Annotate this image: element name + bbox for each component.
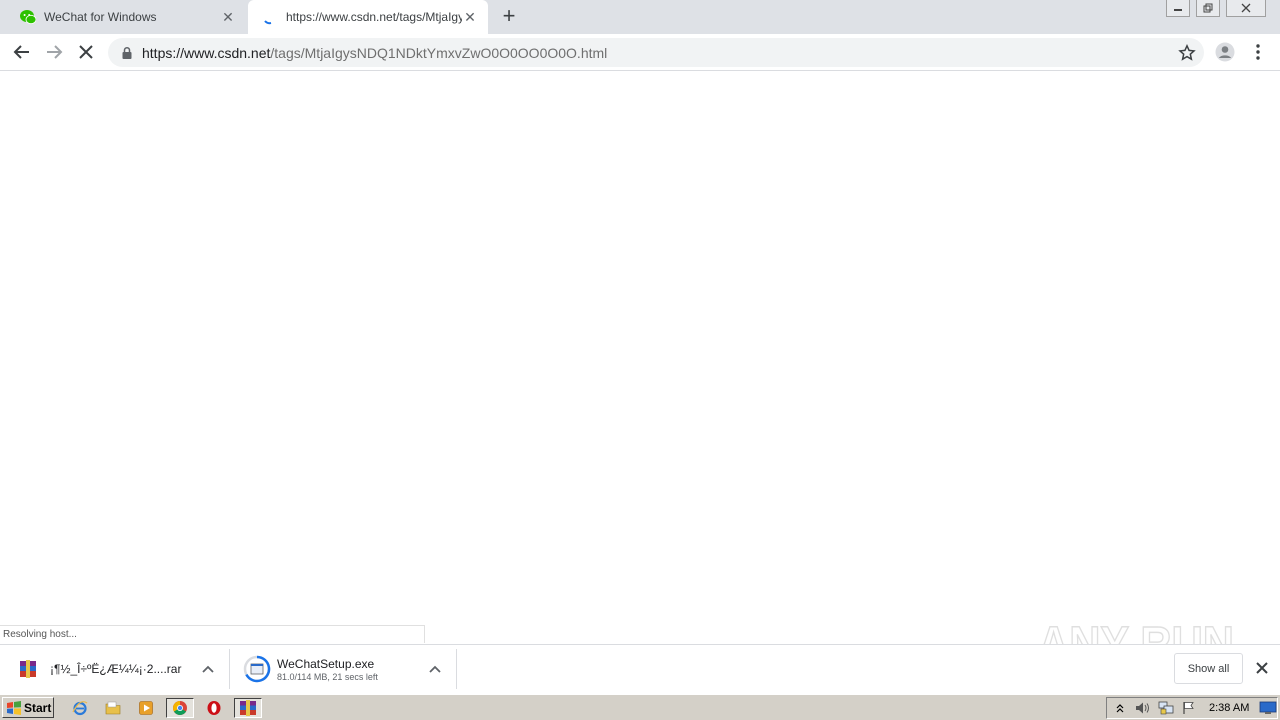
chrome-icon: [173, 701, 187, 715]
start-label: Start: [24, 700, 52, 715]
close-shelf-icon[interactable]: [1253, 659, 1271, 677]
taskbar-media-player[interactable]: [132, 698, 160, 718]
stop-icon: [79, 45, 93, 59]
network-tray-icon[interactable]: [1156, 700, 1176, 716]
tab-strip: WeChat for Windows ✕ https://www.csdn.ne…: [0, 0, 1280, 34]
window-controls: [1166, 0, 1266, 17]
opera-icon: [207, 701, 221, 715]
tab-title: https://www.csdn.net/tags/MtjaIgysNDQ1ND…: [286, 10, 462, 24]
bookmark-star-icon[interactable]: [1178, 44, 1196, 62]
avatar-icon: [1215, 42, 1235, 62]
tab-close-icon[interactable]: ✕: [220, 9, 236, 25]
address-bar[interactable]: https://www.csdn.net/tags/MtjaIgysNDQ1ND…: [108, 38, 1204, 67]
page-content: [0, 72, 1280, 644]
download-filename: WeChatSetup.exe: [277, 656, 375, 671]
action-center-tray-icon[interactable]: [1179, 700, 1199, 716]
taskbar-winrar[interactable]: [234, 698, 262, 718]
download-shelf: ¡¶½_Î÷ºË¿Æ¼¼¡·2....rar WeChatSetup.exe 8…: [0, 644, 1280, 692]
url-domain: https://www.csdn.net: [142, 44, 271, 61]
stop-loading-button[interactable]: [76, 42, 96, 62]
folder-icon: [105, 701, 121, 715]
download-progress-text: 81.0/114 MB, 21 secs left: [277, 671, 378, 682]
winrar-icon: [240, 700, 256, 716]
chevron-up-icon[interactable]: [201, 662, 215, 676]
tab-close-icon[interactable]: ✕: [462, 9, 478, 25]
taskbar-clock[interactable]: 2:38 AM: [1209, 702, 1249, 714]
url-path: /tags/MtjaIgysNDQ1NDktYmxvZwO0O0OO0O0O.h…: [270, 44, 608, 61]
windows-flag-icon: [7, 700, 21, 715]
arrow-right-icon: [47, 45, 63, 59]
arrow-left-icon: [13, 45, 29, 59]
volume-tray-icon[interactable]: [1133, 700, 1153, 716]
system-tray: [1106, 697, 1278, 719]
download-item[interactable]: WeChatSetup.exe 81.0/114 MB, 21 secs lef…: [231, 649, 457, 689]
restore-icon: [1203, 3, 1213, 13]
tab-wechat-for-windows[interactable]: WeChat for Windows ✕: [0, 0, 246, 34]
wechat-icon: [20, 10, 36, 25]
taskbar: Start 2:38 AM: [0, 694, 1280, 720]
show-all-downloads-button[interactable]: Show all: [1174, 653, 1243, 684]
browser-toolbar: https://www.csdn.net/tags/MtjaIgysNDQ1ND…: [0, 34, 1280, 71]
show-desktop-button[interactable]: [1259, 701, 1277, 715]
close-window-button[interactable]: [1226, 0, 1266, 17]
flag-icon: [1183, 702, 1194, 714]
media-player-icon: [139, 701, 153, 715]
speaker-icon: [1136, 702, 1149, 714]
close-icon: [1241, 3, 1251, 13]
desktop-icon: [1259, 701, 1277, 714]
forward-button[interactable]: [44, 42, 64, 62]
tab-title: WeChat for Windows: [44, 10, 157, 24]
taskbar-chrome[interactable]: [166, 698, 194, 718]
screen: WeChat for Windows ✕ https://www.csdn.ne…: [0, 0, 1280, 720]
download-item[interactable]: ¡¶½_Î÷ºË¿Æ¼¼¡·2....rar: [0, 649, 230, 689]
chevron-up-icon[interactable]: [428, 662, 442, 676]
download-progress-icon: [243, 655, 271, 683]
chevron-up-icon: [1116, 704, 1124, 713]
download-filename: ¡¶½_Î÷ºË¿Æ¼¼¡·2....rar: [50, 662, 182, 676]
menu-button[interactable]: [1248, 42, 1268, 62]
lock-icon[interactable]: [120, 46, 134, 60]
profile-button[interactable]: [1215, 42, 1235, 62]
tab-csdn[interactable]: https://www.csdn.net/tags/MtjaIgysNDQ1ND…: [248, 0, 488, 34]
winrar-archive-icon: [20, 660, 36, 678]
minimize-icon: [1174, 9, 1182, 11]
minimize-button[interactable]: [1166, 0, 1190, 17]
taskbar-file-explorer[interactable]: [99, 698, 127, 718]
show-hidden-icons-button[interactable]: [1110, 700, 1130, 716]
start-button[interactable]: Start: [2, 697, 54, 718]
internet-explorer-icon: [72, 701, 88, 716]
status-bubble: Resolving host...: [0, 625, 425, 643]
more-vertical-icon: [1256, 44, 1260, 60]
new-tab-button[interactable]: +: [497, 5, 521, 29]
taskbar-internet-explorer[interactable]: [66, 698, 94, 718]
network-icon: [1158, 701, 1174, 715]
url-text: https://www.csdn.net/tags/MtjaIgysNDQ1ND…: [142, 45, 607, 61]
restore-button[interactable]: [1196, 0, 1220, 17]
loading-spinner-icon: [264, 20, 272, 25]
taskbar-opera[interactable]: [200, 698, 228, 718]
back-button[interactable]: [12, 42, 32, 62]
